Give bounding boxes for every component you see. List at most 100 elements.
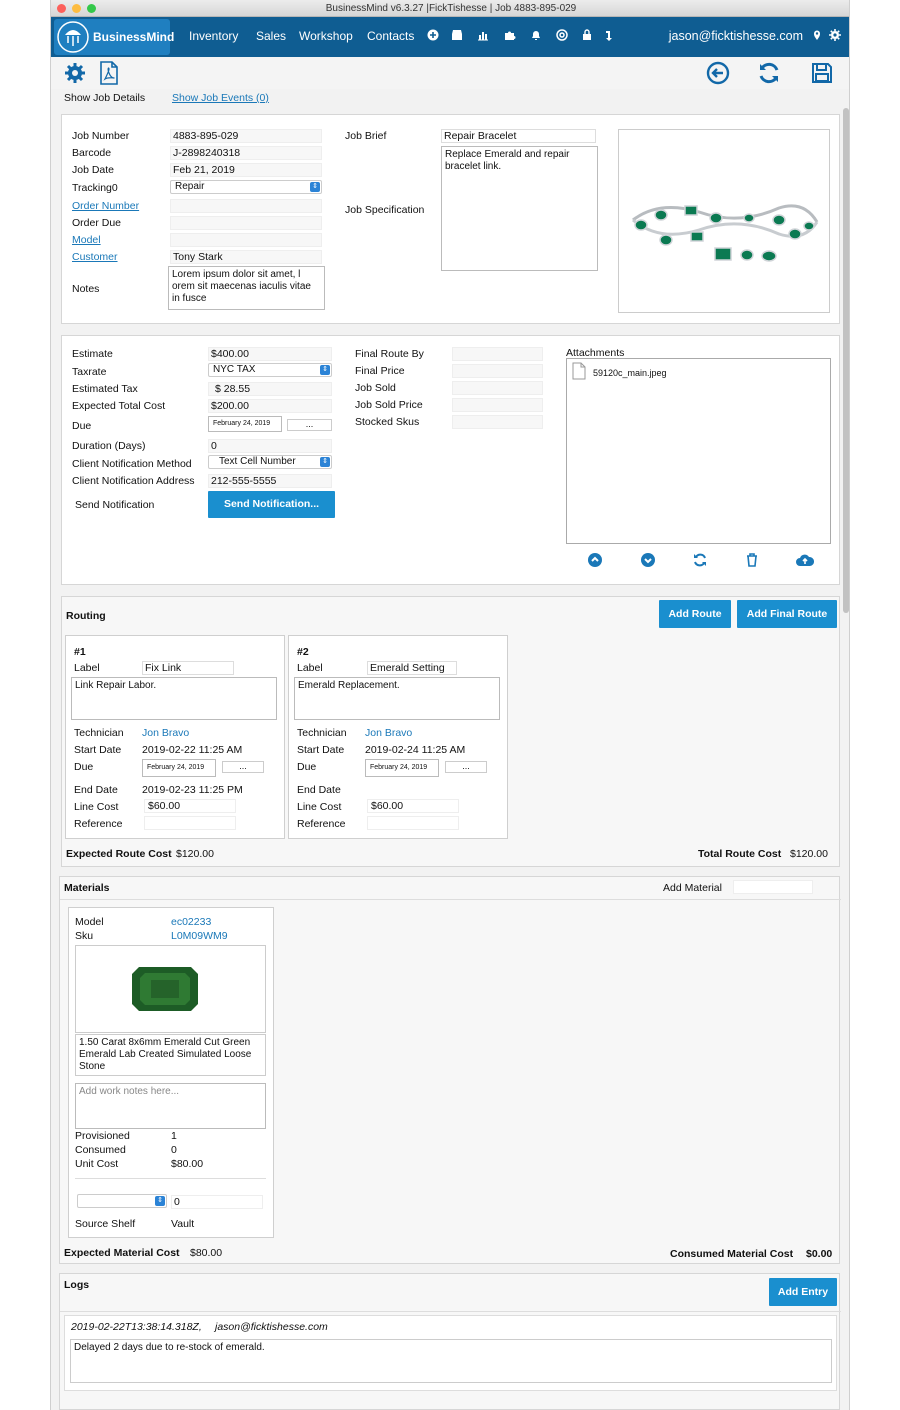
consume-shelf-select[interactable]: ⇕	[77, 1194, 167, 1208]
materials-title: Materials	[64, 882, 110, 894]
refresh-icon[interactable]	[693, 553, 707, 567]
store-icon[interactable]	[451, 29, 463, 41]
model-label: Model	[75, 916, 104, 928]
model-field[interactable]	[170, 233, 322, 247]
add-route-button[interactable]: Add Route	[659, 600, 731, 628]
job-photo[interactable]	[618, 129, 830, 313]
add-circle-icon[interactable]	[427, 29, 439, 41]
tab-show-job-events[interactable]: Show Job Events (0)	[172, 92, 269, 104]
route-label-field[interactable]: Emerald Setting	[367, 661, 457, 675]
job-date-field[interactable]: Feb 21, 2019	[170, 163, 322, 177]
final-route-by-field[interactable]	[452, 347, 543, 361]
settings-gear-icon[interactable]	[63, 61, 87, 85]
route-due-picker-button[interactable]: ...	[445, 761, 487, 773]
line-cost-field[interactable]: $60.00	[367, 799, 459, 813]
tab-show-job-details[interactable]: Show Job Details	[64, 92, 145, 104]
notification-address-field[interactable]: 212-555-5555	[208, 474, 332, 488]
line-cost-field[interactable]: $60.00	[144, 799, 236, 813]
tracking-select[interactable]: Repair ⇕	[170, 180, 322, 194]
notification-method-select[interactable]: Text Cell Number ⇕	[208, 455, 332, 469]
route-due-input[interactable]: February 24, 2019	[142, 759, 216, 777]
route-label-field[interactable]: Fix Link	[142, 661, 234, 675]
puzzle-icon[interactable]	[504, 29, 516, 41]
job-specification-textarea[interactable]: Replace Emerald and repair bracelet link…	[441, 146, 598, 271]
attachments-list[interactable]: 59120c_main.jpeg	[566, 358, 831, 544]
add-entry-button[interactable]: Add Entry	[769, 1278, 837, 1306]
start-date-label: Start Date	[74, 744, 122, 756]
technician-link[interactable]: Jon Bravo	[142, 727, 189, 739]
settings-gear-icon[interactable]	[829, 29, 841, 41]
final-price-field[interactable]	[452, 364, 543, 378]
reference-field[interactable]	[144, 816, 236, 830]
brand-name: BusinessMind	[93, 30, 175, 44]
nav-contacts[interactable]: Contacts	[367, 29, 414, 43]
notes-textarea[interactable]: Lorem ipsum dolor sit amet, l orem sit m…	[168, 266, 325, 310]
stocked-skus-field[interactable]	[452, 415, 543, 429]
support-icon[interactable]	[556, 29, 568, 41]
lock-icon[interactable]	[581, 29, 593, 41]
estimated-tax-field[interactable]: $ 28.55	[208, 382, 332, 396]
consume-quantity-field[interactable]: 0	[171, 1195, 263, 1209]
job-sold-price-label: Job Sold Price	[355, 399, 423, 411]
move-up-icon[interactable]	[588, 553, 602, 567]
attachment-file[interactable]: 59120c_main.jpeg	[593, 368, 667, 378]
vertical-scrollbar[interactable]	[843, 108, 849, 613]
sku-label: Sku	[75, 930, 94, 942]
add-material-input[interactable]	[733, 880, 813, 894]
estimate-label: Estimate	[72, 348, 113, 360]
expected-route-cost-label: Expected Route Cost	[66, 848, 172, 860]
job-number-field[interactable]: 4883-895-029	[170, 129, 322, 143]
cloud-upload-icon[interactable]	[796, 553, 814, 567]
arrow-down-icon[interactable]	[603, 29, 615, 41]
location-pin-icon[interactable]	[811, 29, 823, 41]
bell-icon[interactable]	[530, 29, 542, 41]
technician-link[interactable]: Jon Bravo	[365, 727, 412, 739]
order-due-field[interactable]	[170, 216, 322, 230]
route-due-picker-button[interactable]: ...	[222, 761, 264, 773]
model-link[interactable]: ec02233	[171, 916, 211, 928]
reference-label: Reference	[74, 818, 123, 830]
nav-sales[interactable]: Sales	[256, 29, 286, 43]
route-due-input[interactable]: February 24, 2019	[365, 759, 439, 777]
expected-total-field[interactable]: $200.00	[208, 399, 332, 413]
due-picker-button[interactable]: ...	[287, 419, 332, 431]
material-image[interactable]	[75, 945, 266, 1033]
order-number-field[interactable]	[170, 199, 322, 213]
taxrate-select[interactable]: NYC TAX ⇕	[208, 363, 332, 377]
material-card: Model ec02233 Sku L0M09WM9 1.50 Carat 8x…	[68, 907, 274, 1238]
send-notification-button[interactable]: Send Notification...	[208, 491, 335, 518]
expected-material-cost-value: $80.00	[190, 1247, 223, 1259]
user-email[interactable]: jason@ficktishesse.com	[669, 29, 803, 43]
job-sold-price-field[interactable]	[452, 398, 543, 412]
save-icon[interactable]	[810, 61, 834, 85]
route-notes-textarea[interactable]: Emerald Replacement.	[294, 677, 500, 720]
route-notes-textarea[interactable]: Link Repair Labor.	[71, 677, 277, 720]
brand-logo[interactable]: BusinessMind	[54, 19, 174, 55]
job-sold-field[interactable]	[452, 381, 543, 395]
route-label-label: Label	[74, 662, 100, 674]
trash-icon[interactable]	[745, 553, 759, 567]
estimate-field[interactable]: $400.00	[208, 347, 332, 361]
job-date-label: Job Date	[72, 164, 115, 176]
bar-chart-icon[interactable]	[477, 29, 489, 41]
model-link[interactable]: Model	[72, 234, 101, 246]
job-brief-field[interactable]: Repair Bracelet	[441, 129, 596, 143]
move-down-icon[interactable]	[641, 553, 655, 567]
nav-workshop[interactable]: Workshop	[299, 29, 353, 43]
sku-link[interactable]: L0M09WM9	[171, 930, 228, 942]
customer-field[interactable]: Tony Stark	[170, 250, 322, 264]
log-entry-text[interactable]: Delayed 2 days due to re-stock of emeral…	[70, 1339, 832, 1383]
logo-icon	[57, 21, 89, 53]
pdf-icon[interactable]	[97, 61, 121, 85]
reference-field[interactable]	[367, 816, 459, 830]
add-final-route-button[interactable]: Add Final Route	[737, 600, 837, 628]
nav-inventory[interactable]: Inventory	[189, 29, 238, 43]
due-date-input[interactable]: February 24, 2019	[208, 416, 282, 432]
work-notes-textarea[interactable]: Add work notes here...	[75, 1083, 266, 1129]
customer-link[interactable]: Customer	[72, 251, 118, 263]
duration-field[interactable]: 0	[208, 439, 332, 453]
refresh-icon[interactable]	[757, 61, 781, 85]
order-number-link[interactable]: Order Number	[72, 200, 139, 212]
barcode-field[interactable]: J-2898240318	[170, 146, 322, 160]
back-arrow-icon[interactable]	[706, 61, 730, 85]
